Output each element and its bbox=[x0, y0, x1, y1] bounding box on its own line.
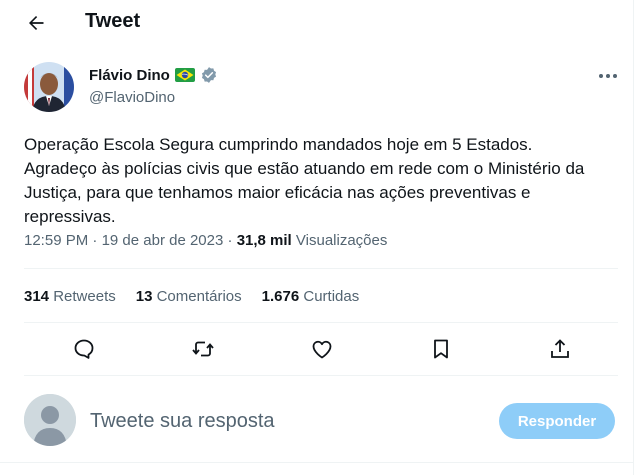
user-avatar[interactable] bbox=[24, 394, 76, 446]
retweet-button[interactable] bbox=[191, 337, 215, 361]
more-button[interactable] bbox=[596, 66, 620, 86]
tweet-time[interactable]: 12:59 PM bbox=[24, 232, 88, 249]
divider bbox=[0, 462, 634, 463]
views-count: 31,8 mil bbox=[236, 232, 292, 249]
tweet-meta: 12:59 PM · 19 de abr de 2023 · 31,8 mil … bbox=[24, 232, 387, 249]
stat-retweets[interactable]: 314 Retweets bbox=[24, 288, 116, 305]
tweet-text: Operação Escola Segura cumprindo mandado… bbox=[24, 135, 585, 226]
meta-separator: · bbox=[92, 232, 98, 249]
tweet-stats: 314 Retweets 13 Comentários 1.676 Curtid… bbox=[24, 288, 379, 305]
tweet-page: Tweet Flávio Dino @FlavioDino Operação E… bbox=[0, 0, 634, 475]
divider bbox=[24, 322, 618, 323]
meta-separator: · bbox=[227, 232, 233, 249]
reply-input[interactable] bbox=[90, 406, 480, 436]
share-button[interactable] bbox=[548, 337, 572, 361]
views-label: Visualizações bbox=[295, 232, 388, 249]
retweet-icon bbox=[192, 341, 214, 357]
share-icon bbox=[551, 339, 569, 358]
author-name-row[interactable]: Flávio Dino bbox=[89, 66, 218, 84]
tweet-date[interactable]: 19 de abr de 2023 bbox=[102, 232, 224, 249]
reply-button[interactable] bbox=[72, 337, 96, 361]
stat-comments[interactable]: 13 Comentários bbox=[136, 288, 242, 305]
author-handle[interactable]: @FlavioDino bbox=[89, 89, 175, 106]
like-button[interactable] bbox=[310, 337, 334, 361]
reply-icon bbox=[74, 339, 94, 359]
arrow-left-icon bbox=[29, 16, 44, 30]
page-header: Tweet bbox=[0, 0, 634, 46]
divider bbox=[24, 268, 618, 269]
default-avatar-icon bbox=[24, 394, 76, 446]
more-horizontal-icon bbox=[599, 74, 617, 78]
bookmark-icon bbox=[434, 339, 448, 359]
verified-badge-icon bbox=[201, 67, 216, 83]
author-avatar[interactable] bbox=[24, 62, 74, 112]
reply-submit-button[interactable]: Responder bbox=[499, 403, 615, 439]
page-title: Tweet bbox=[85, 10, 141, 32]
brazil-flag-icon bbox=[174, 68, 195, 82]
tweet-actions bbox=[62, 337, 582, 361]
back-button[interactable] bbox=[22, 9, 50, 37]
bookmark-button[interactable] bbox=[429, 337, 453, 361]
like-icon bbox=[312, 340, 332, 359]
stat-likes[interactable]: 1.676 Curtidas bbox=[262, 288, 360, 305]
author-name[interactable]: Flávio Dino bbox=[89, 67, 170, 84]
divider bbox=[24, 375, 618, 376]
